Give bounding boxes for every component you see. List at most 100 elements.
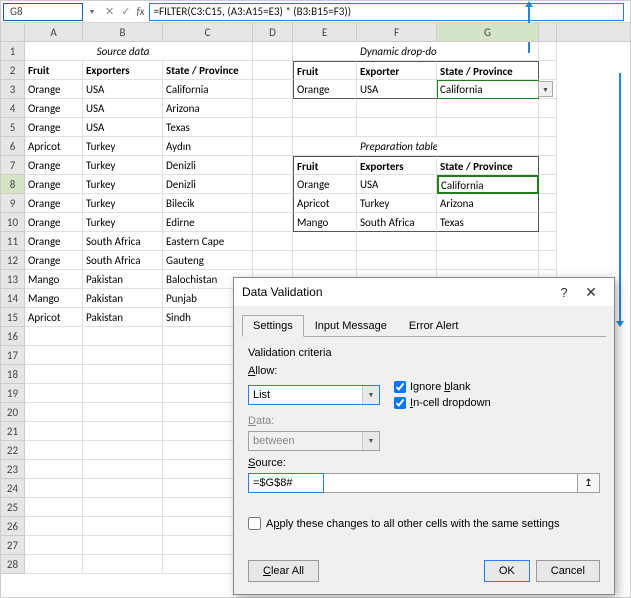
cell[interactable]: Bilecik xyxy=(163,194,253,213)
row-header[interactable]: 14 xyxy=(1,289,25,308)
header-cell[interactable]: Exporters xyxy=(357,156,437,175)
cell[interactable] xyxy=(293,118,357,137)
cell[interactable] xyxy=(25,327,83,346)
row-header[interactable]: 4 xyxy=(1,99,25,118)
cell[interactable] xyxy=(25,422,83,441)
cell[interactable]: Orange xyxy=(25,232,83,251)
row-header[interactable]: 7 xyxy=(1,156,25,175)
ok-button[interactable]: OK xyxy=(484,560,530,582)
row-header[interactable]: 17 xyxy=(1,346,25,365)
header-cell[interactable]: Fruit xyxy=(293,61,357,80)
cell[interactable] xyxy=(437,137,539,156)
cell[interactable] xyxy=(83,422,163,441)
row-header[interactable]: 6 xyxy=(1,137,25,156)
cell[interactable]: ▼ xyxy=(539,80,557,99)
row-header[interactable]: 15 xyxy=(1,308,25,327)
name-box[interactable]: G8 xyxy=(3,3,83,21)
cell[interactable] xyxy=(83,441,163,460)
source-input[interactable]: =$G$8# xyxy=(248,473,324,493)
cell[interactable] xyxy=(539,42,557,61)
row-header[interactable]: 26 xyxy=(1,517,25,536)
tab-settings[interactable]: Settings xyxy=(242,315,304,337)
incell-dropdown-checkbox[interactable]: In-cell dropdown xyxy=(394,397,491,409)
allow-combo[interactable]: List ▼ xyxy=(248,385,380,405)
cell[interactable]: Apricot xyxy=(25,308,83,327)
cell[interactable] xyxy=(83,536,163,555)
cell[interactable] xyxy=(293,99,357,118)
cell[interactable] xyxy=(253,137,293,156)
cell[interactable]: Pakistan xyxy=(83,308,163,327)
cell[interactable]: Eastern Cape xyxy=(163,232,253,251)
tab-input-message[interactable]: Input Message xyxy=(304,315,398,337)
cell[interactable]: Apricot xyxy=(25,137,83,156)
cell[interactable]: Orange xyxy=(25,99,83,118)
cell[interactable]: Turkey xyxy=(357,194,437,213)
cell[interactable]: California xyxy=(163,80,253,99)
cell[interactable] xyxy=(357,118,437,137)
title-cell[interactable]: Dynamic drop-down xyxy=(357,42,437,61)
cell[interactable]: Pakistan xyxy=(83,289,163,308)
formula-bar[interactable]: =FILTER(C3:C15, (A3:A15=E3) * (B3:B15=F3… xyxy=(149,3,624,21)
header-cell[interactable]: State / Province xyxy=(163,61,253,80)
cell[interactable]: Orange xyxy=(25,175,83,194)
cell[interactable] xyxy=(83,384,163,403)
enter-icon[interactable]: ✓ xyxy=(119,5,132,18)
col-header[interactable]: E xyxy=(293,23,357,41)
cell[interactable] xyxy=(539,156,557,175)
select-all-corner[interactable] xyxy=(1,23,25,41)
cell[interactable]: Turkey xyxy=(83,137,163,156)
header-cell[interactable]: Fruit xyxy=(293,156,357,175)
fx-icon[interactable]: fx xyxy=(136,5,144,18)
cell[interactable] xyxy=(25,517,83,536)
header-cell[interactable]: Exporters xyxy=(83,61,163,80)
cell[interactable] xyxy=(83,555,163,574)
cell[interactable] xyxy=(437,99,539,118)
cell[interactable]: Arizona xyxy=(437,194,539,213)
cell[interactable]: Denizli xyxy=(163,175,253,194)
col-header[interactable]: G xyxy=(437,23,539,41)
cell[interactable] xyxy=(83,346,163,365)
cell[interactable] xyxy=(253,61,293,80)
apply-changes-checkbox[interactable] xyxy=(248,517,261,530)
cell[interactable]: USA xyxy=(357,175,437,194)
cell[interactable]: Aydın xyxy=(163,137,253,156)
col-header[interactable]: A xyxy=(25,23,83,41)
cancel-button[interactable]: Cancel xyxy=(536,560,600,582)
cell[interactable]: Gauteng xyxy=(163,251,253,270)
cell[interactable] xyxy=(539,213,557,232)
cell[interactable] xyxy=(253,251,293,270)
title-cell[interactable]: Source data xyxy=(83,42,163,61)
row-header[interactable]: 12 xyxy=(1,251,25,270)
cell[interactable]: South Africa xyxy=(83,251,163,270)
cell[interactable]: Arizona xyxy=(163,99,253,118)
cell[interactable] xyxy=(253,118,293,137)
cell[interactable] xyxy=(539,61,557,80)
cell[interactable] xyxy=(83,327,163,346)
row-header[interactable]: 19 xyxy=(1,384,25,403)
cell[interactable] xyxy=(253,99,293,118)
cell[interactable] xyxy=(437,232,539,251)
cell[interactable]: Orange xyxy=(25,251,83,270)
dropdown-arrow-icon[interactable]: ▼ xyxy=(538,81,553,97)
cell[interactable] xyxy=(253,194,293,213)
row-header[interactable]: 27 xyxy=(1,536,25,555)
cell[interactable]: Mango xyxy=(25,270,83,289)
cell[interactable] xyxy=(253,175,293,194)
range-picker-icon[interactable]: ↥ xyxy=(578,473,600,493)
cell[interactable]: Apricot xyxy=(293,194,357,213)
row-header[interactable]: 23 xyxy=(1,460,25,479)
cell[interactable] xyxy=(83,403,163,422)
tab-error-alert[interactable]: Error Alert xyxy=(398,315,470,337)
row-header[interactable]: 11 xyxy=(1,232,25,251)
cell[interactable]: South Africa xyxy=(357,213,437,232)
cell[interactable]: Mango xyxy=(25,289,83,308)
cell[interactable]: Denizli xyxy=(163,156,253,175)
dialog-titlebar[interactable]: Data Validation ? ✕ xyxy=(234,278,614,306)
header-cell[interactable]: State / Province xyxy=(437,156,539,175)
clear-all-button[interactable]: Clear All xyxy=(248,560,319,582)
row-header[interactable]: 5 xyxy=(1,118,25,137)
cell[interactable] xyxy=(539,251,557,270)
header-cell[interactable]: Fruit xyxy=(25,61,83,80)
dropdown-cell[interactable]: California xyxy=(437,80,539,99)
cell[interactable] xyxy=(253,156,293,175)
